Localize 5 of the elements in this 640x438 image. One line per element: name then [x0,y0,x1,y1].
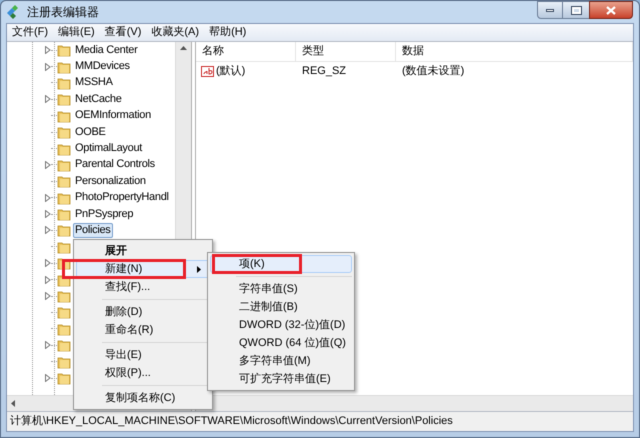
value-name: (默认) [216,64,246,79]
status-path: 计算机\HKEY_LOCAL_MACHINE\SOFTWARE\Microsoft\Windows\CurrentVersion\Policies [10,414,453,430]
value-type: REG_SZ [301,64,348,79]
value-data: (数值未设置) [401,64,464,79]
window-title: 注册表编辑器 [27,4,99,21]
